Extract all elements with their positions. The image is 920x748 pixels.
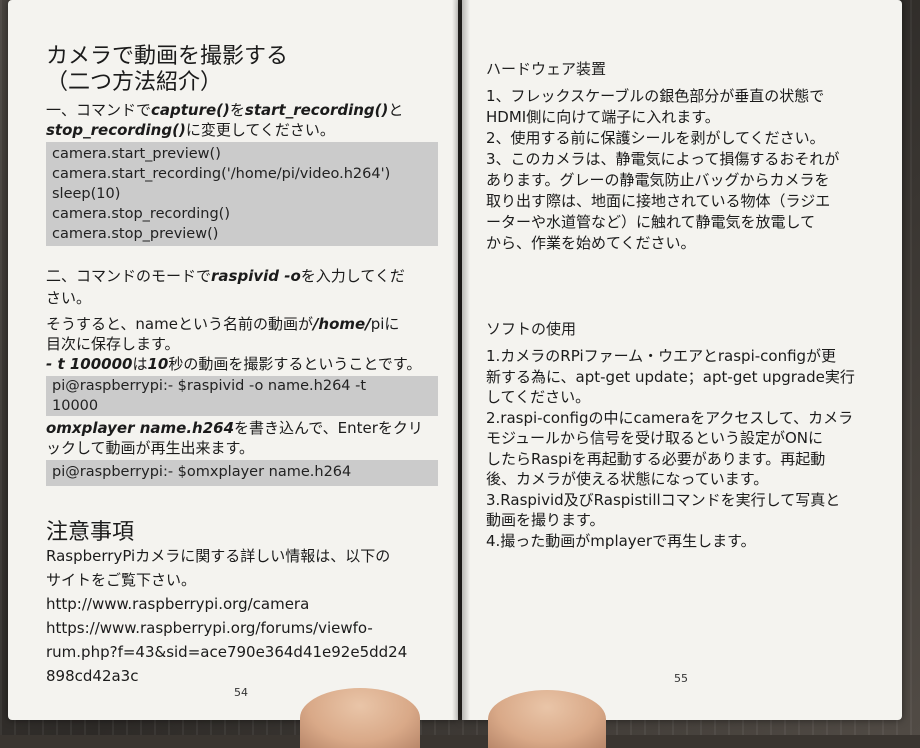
right-page: ハードウェア装置 1、フレックスケーブルの銀色部分が垂直の状態で HDMI側に向… [462, 0, 902, 720]
hardware-line: HDMI側に向けて端子に入れます。 [486, 108, 720, 126]
code-line: 10000 [52, 398, 99, 414]
page-number: 54 [234, 686, 248, 699]
code-line: camera.start_recording('/home/pi/video.h… [52, 166, 391, 182]
software-line: モジュールから信号を受け取るという設定がONに [486, 429, 823, 447]
hardware-line: 2、使用する前に保護シールを剥がしてください。 [486, 129, 825, 147]
url-line: https://www.raspberrypi.org/forums/viewf… [46, 619, 373, 637]
code-term: start_recording() [244, 101, 389, 119]
right-thumb [488, 690, 606, 748]
hardware-line: 取り出す際は、地面に接地されている物体（ラジエ [486, 192, 831, 210]
code-block-2: pi@raspberrypi:- $raspivid -o name.h264 … [46, 376, 438, 416]
section2-line1: 二、コマンドのモードでraspivid -oを入力してくだ [46, 266, 405, 286]
hardware-line: 1、フレックスケーブルの銀色部分が垂直の状態で [486, 87, 825, 105]
section1-line2: stop_recording()に変更してください。 [46, 120, 335, 140]
text-span: と [388, 101, 404, 119]
software-heading: ソフトの使用 [486, 320, 577, 338]
hardware-heading: ハードウェア装置 [486, 60, 607, 78]
notes-heading: 注意事項 [46, 520, 135, 545]
hardware-body: 1、フレックスケーブルの銀色部分が垂直の状態で HDMI側に向けて端子に入れます… [486, 86, 839, 254]
code-block-3: pi@raspberrypi:- $omxplayer name.h264 [46, 460, 438, 486]
software-line: 3.Raspivid及びRaspistillコマンドを実行して写真と [486, 490, 841, 509]
code-line: sleep(10) [52, 186, 121, 202]
section2-line4: 目次に保存します。 [46, 335, 180, 353]
url-line: rum.php?f=43&sid=ace790e364d41e92e5dd24 [46, 643, 408, 661]
text-span: は [132, 355, 148, 373]
software-line: 1.カメラのRPiファーム・ウエアとraspi-configが更 [486, 347, 837, 365]
notes-line: RaspberryPiカメラに関する詳しい情報は、以下の [46, 547, 391, 565]
text-span: を書き込んで、Enterをクリ [234, 419, 423, 437]
software-line: してください。 [486, 388, 591, 406]
section2-line3: そうすると、nameという名前の動画が/home/piに [46, 314, 399, 334]
code-term: capture() [151, 101, 230, 119]
text-span: 一、コマンドで [46, 101, 152, 119]
section2-line7: ックして動画が再生出来ます。 [46, 439, 255, 457]
code-line: camera.stop_preview() [52, 226, 219, 242]
code-line: camera.stop_recording() [52, 206, 230, 222]
text-span: を入力してくだ [300, 267, 405, 285]
url-line: http://www.raspberrypi.org/camera [46, 595, 310, 613]
software-line: 4.撮った動画がmplayerで再生します。 [486, 531, 756, 550]
text-span: 秒の動画を撮影するということです。 [168, 355, 422, 373]
software-line: 2.raspi-configの中にcameraをアクセスして、カメラ [486, 408, 854, 427]
software-line: したらRaspiを再起動する必要があります。再起動 [486, 449, 826, 468]
software-line: 後、カメラが使える状態になっています。 [486, 470, 769, 488]
section2-line6: omxplayer name.h264を書き込んで、Enterをクリ [46, 418, 423, 438]
section2-line2: さい。 [46, 289, 92, 307]
software-line: 動画を撮ります。 [486, 511, 605, 529]
text-span: そうすると、nameという名前の動画が [46, 315, 313, 333]
left-thumb [300, 688, 420, 748]
software-line: 新する為に、apt-get update；apt-get upgrade実行 [486, 367, 855, 386]
book-spine-shadow [452, 0, 470, 720]
code-term: omxplayer name.h264 [46, 419, 235, 437]
code-term: stop_recording() [46, 121, 186, 139]
notes-line: サイトをご覧下さい。 [46, 571, 197, 589]
section2-line5: - t 100000は10秒の動画を撮影するということです。 [46, 354, 421, 374]
code-term: - t 100000 [46, 355, 133, 373]
page-number: 55 [674, 672, 688, 685]
code-line: camera.start_preview() [52, 146, 221, 162]
text-span: piに [370, 315, 400, 333]
code-term: /home/ [312, 315, 371, 333]
url-line: 898cd42a3c [46, 667, 139, 685]
text-span: を [229, 101, 245, 119]
notes-body: RaspberryPiカメラに関する詳しい情報は、以下の サイトをご覧下さい。 … [46, 544, 407, 688]
text-span: に変更してください。 [185, 121, 335, 139]
page-subtitle: （二つ方法紹介） [46, 70, 223, 95]
section1-line1: 一、コマンドでcapture()をstart_recording()と [46, 100, 403, 120]
code-line: pi@raspberrypi:- $raspivid -o name.h264 … [52, 378, 367, 394]
software-body: 1.カメラのRPiファーム・ウエアとraspi-configが更 新する為に、a… [486, 346, 855, 551]
hardware-line: あります。グレーの静電気防止バッグからカメラを [486, 171, 830, 189]
hardware-line: 3、このカメラは、静電気によって損傷するおそれが [486, 150, 840, 168]
code-line: pi@raspberrypi:- $omxplayer name.h264 [52, 464, 352, 480]
text-span: 二、コマンドのモードで [46, 267, 212, 285]
code-term: raspivid -o [211, 267, 301, 285]
left-page: カメラで動画を撮影する （二つ方法紹介） 一、コマンドでcapture()をst… [8, 0, 458, 720]
hardware-line: ーターや水道管など）に触れて静電気を放電して [486, 213, 816, 231]
code-block-1: camera.start_preview() camera.start_reco… [46, 142, 438, 246]
code-term: 10 [147, 355, 169, 373]
hardware-line: から、作業を始めてください。 [486, 234, 696, 252]
